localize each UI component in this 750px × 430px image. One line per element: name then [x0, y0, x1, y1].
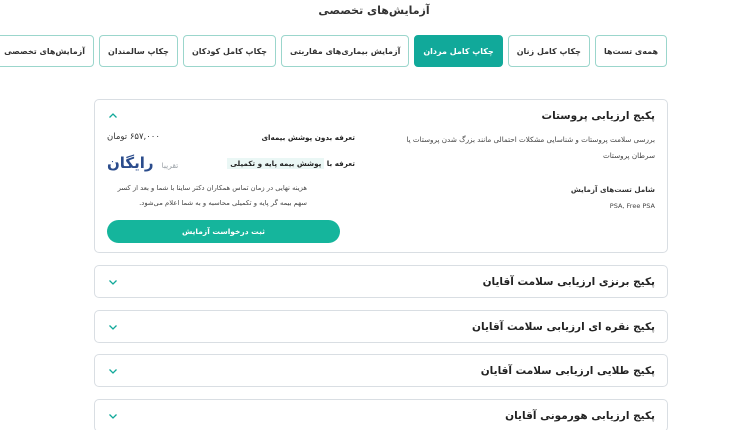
insurance-label-highlight: پوشش بیمه پایه و تکمیلی: [228, 157, 326, 169]
tests-label: شامل تست‌های آزمایش: [571, 185, 656, 194]
tab-specialized-tests[interactable]: آزمایش‌های تخصصی: [0, 35, 95, 67]
package-card-hormonal[interactable]: پکیج ارزیابی هورمونی آقایان: [95, 399, 669, 430]
package-card-gold[interactable]: پکیج طلایی ارزیابی سلامت آقایان: [95, 354, 669, 387]
chevron-down-icon[interactable]: [108, 365, 120, 377]
request-test-button[interactable]: ثبت درخواست آزمایش: [108, 220, 341, 243]
package-card-header[interactable]: پکیج طلایی ارزیابی سلامت آقایان: [96, 355, 668, 387]
package-card-header[interactable]: پکیج ارزیابی پروستات: [96, 100, 668, 132]
price-value: ۶۵۷,۰۰۰ تومان: [108, 132, 161, 142]
package-description: بررسی سلامت پروستات و شناسایی مشکلات احت…: [407, 135, 656, 160]
package-card-header[interactable]: پکیج ارزیابی هورمونی آقایان: [96, 400, 668, 430]
tab-men-checkup[interactable]: چکاپ کامل مردان: [415, 35, 504, 67]
free-price: تقریبا رایگان: [108, 154, 179, 172]
chevron-down-icon[interactable]: [108, 321, 120, 333]
price-row: تعرفه بدون پوشش بیمه‌ای ۶۵۷,۰۰۰ تومان: [108, 132, 356, 142]
package-details: بررسی سلامت پروستات و شناسایی مشکلات احت…: [96, 132, 668, 252]
insurance-row: تعرفه با پوشش بیمه پایه و تکمیلی تقریبا …: [108, 154, 356, 172]
package-title: پکیج نقره ای ارزیابی سلامت آقایان: [473, 321, 656, 333]
chevron-down-icon[interactable]: [108, 276, 120, 288]
package-card-header[interactable]: پکیج برنزی ارزیابی سلامت آقایان: [96, 266, 668, 298]
tab-children-checkup[interactable]: چکاپ کامل کودکان: [183, 35, 277, 67]
tab-women-checkup[interactable]: چکاپ کامل زنان: [508, 35, 591, 67]
price-note: هزینه نهایی در زمان تماس همکاران دکتر سا…: [118, 184, 308, 207]
package-title: پکیج برنزی ارزیابی سلامت آقایان: [483, 276, 656, 288]
package-title: پکیج طلایی ارزیابی سلامت آقایان: [481, 365, 656, 377]
package-title: پکیج ارزیابی پروستات: [542, 110, 656, 122]
tests-value: PSA, Free PSA: [610, 202, 656, 210]
package-card-silver[interactable]: پکیج نقره ای ارزیابی سلامت آقایان: [95, 310, 669, 343]
tab-all-tests[interactable]: همه‌ی تست‌ها: [595, 35, 668, 67]
free-label: رایگان: [108, 154, 155, 172]
package-card-prostate: پکیج ارزیابی پروستات بررسی سلامت پروستات…: [95, 99, 669, 253]
chevron-down-icon[interactable]: [108, 410, 120, 422]
tab-std-tests[interactable]: آزمایش بیماری‌های مقاربتی: [282, 35, 411, 67]
page-title: آزمایش‌های تخصصی: [319, 4, 431, 17]
insurance-label-prefix: تعرفه با: [327, 158, 356, 168]
tab-elderly-checkup[interactable]: چکاپ سالمندان: [100, 35, 179, 67]
chevron-up-icon[interactable]: [108, 110, 120, 122]
package-card-bronze[interactable]: پکیج برنزی ارزیابی سلامت آقایان: [95, 265, 669, 298]
approx-label: تقریبا: [162, 161, 180, 170]
package-card-header[interactable]: پکیج نقره ای ارزیابی سلامت آقایان: [96, 311, 668, 343]
insurance-label: تعرفه با پوشش بیمه پایه و تکمیلی: [228, 157, 356, 169]
package-title: پکیج ارزیابی هورمونی آقایان: [506, 410, 656, 422]
category-tabs: همه‌ی تست‌ها چکاپ کامل زنان چکاپ کامل مر…: [0, 35, 668, 67]
price-label: تعرفه بدون پوشش بیمه‌ای: [262, 132, 356, 142]
